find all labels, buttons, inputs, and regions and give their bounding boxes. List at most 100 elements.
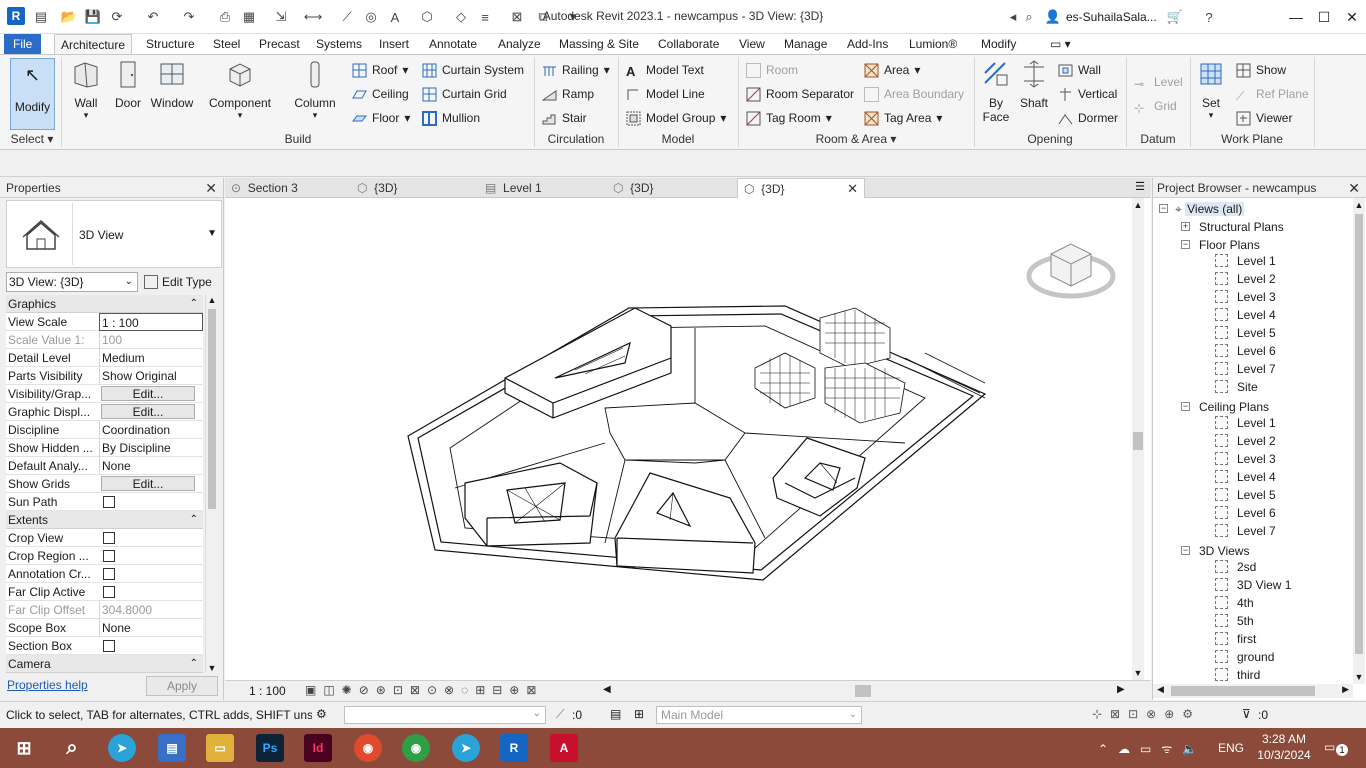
tree-item[interactable]: Level 1: [1237, 252, 1276, 270]
drawing-area[interactable]: ▲ ▼: [225, 198, 1151, 680]
notification-icon[interactable]: ▭: [1324, 740, 1335, 754]
telegram-icon[interactable]: ➤: [108, 734, 136, 762]
ref-plane-button[interactable]: ⟋ Ref Plane: [1236, 85, 1309, 103]
roof-button[interactable]: Roof ▾: [352, 61, 408, 79]
open-icon[interactable]: 📂: [60, 8, 78, 26]
binoculars-icon[interactable]: ⌕: [1020, 8, 1038, 26]
window-button[interactable]: Window: [148, 59, 196, 110]
graphic-display-edit-button[interactable]: Edit...: [101, 404, 195, 419]
group-extents[interactable]: Extents ⌃: [6, 511, 203, 529]
selection-filter-icons[interactable]: ⊹⊠⊡⊗⊕⚙: [1092, 707, 1201, 721]
room-separator-button[interactable]: Room Separator: [746, 85, 854, 103]
tab-architecture[interactable]: Architecture: [54, 34, 133, 54]
view-scale-button[interactable]: 1 : 100: [249, 684, 286, 698]
shaft-button[interactable]: Shaft: [1016, 59, 1052, 110]
tree-item[interactable]: Level 6: [1237, 342, 1276, 360]
collapse-views-icon[interactable]: −: [1159, 204, 1168, 213]
save-icon[interactable]: 💾: [84, 8, 102, 26]
tab-collaborate[interactable]: Collaborate: [652, 34, 725, 54]
tree-item[interactable]: Level 3: [1237, 450, 1276, 468]
file-explorer-icon[interactable]: ▭: [206, 734, 234, 762]
tree-item[interactable]: Level 2: [1237, 270, 1276, 288]
modify-button[interactable]: ↖ Modify: [10, 58, 55, 130]
tree-item[interactable]: Level 3: [1237, 288, 1276, 306]
filter-icon[interactable]: ⊽: [1242, 707, 1251, 721]
tab-steel[interactable]: Steel: [207, 34, 246, 54]
instance-filter-select[interactable]: 3D View: {3D} ⌄: [6, 272, 138, 292]
scroll-left-icon[interactable]: ◀: [603, 684, 611, 695]
stair-button[interactable]: Stair: [542, 109, 587, 127]
tree-item[interactable]: 2sd: [1237, 558, 1256, 576]
collapse-3d-views-icon[interactable]: −: [1181, 546, 1190, 555]
indesign-icon[interactable]: Id: [304, 734, 332, 762]
show-grids-edit-button[interactable]: Edit...: [101, 476, 195, 491]
tree-item[interactable]: 4th: [1237, 594, 1254, 612]
3d-view-icon[interactable]: ⬡: [418, 8, 436, 26]
expand-structural-icon[interactable]: +: [1181, 222, 1190, 231]
design-option-select[interactable]: Main Model ⌄: [656, 706, 862, 724]
floor-button[interactable]: Floor ▾: [352, 109, 410, 127]
browser-vertical-scrollbar[interactable]: ▲ ▼: [1353, 198, 1365, 684]
close-hidden-icon[interactable]: ⊠: [508, 8, 526, 26]
show-hidden-value[interactable]: By Discipline: [99, 439, 203, 457]
scroll-right-icon[interactable]: ▶: [1117, 684, 1125, 695]
tree-item[interactable]: Level 6: [1237, 504, 1276, 522]
tree-item[interactable]: third: [1237, 666, 1260, 684]
revit-taskbar-icon[interactable]: R: [500, 734, 528, 762]
crop-view-checkbox[interactable]: [103, 532, 115, 544]
minimize-button[interactable]: —: [1282, 5, 1310, 29]
text-icon[interactable]: A: [386, 8, 404, 26]
parts-visibility-value[interactable]: Show Original: [99, 367, 203, 385]
mullion-button[interactable]: Mullion: [422, 109, 480, 127]
tree-item[interactable]: Level 7: [1237, 360, 1276, 378]
close-tab-icon[interactable]: ✕: [847, 179, 858, 199]
search-icon[interactable]: ⌕: [58, 734, 86, 762]
properties-scrollbar[interactable]: ▲ ▼: [205, 295, 217, 673]
pdf-icon[interactable]: ▦: [240, 8, 258, 26]
properties-help-link[interactable]: Properties help: [7, 678, 88, 692]
tab-modify[interactable]: Modify: [975, 34, 1022, 54]
tree-item[interactable]: Level 4: [1237, 468, 1276, 486]
tree-item[interactable]: ground: [1237, 648, 1274, 666]
close-browser-icon[interactable]: ✕: [1348, 178, 1360, 198]
discipline-value[interactable]: Coordination: [99, 421, 203, 439]
collapse-floor-icon[interactable]: −: [1181, 240, 1190, 249]
model-line-button[interactable]: Model Line: [626, 85, 705, 103]
ramp-button[interactable]: Ramp: [542, 85, 594, 103]
tab-lumion[interactable]: Lumion®: [903, 34, 963, 54]
tab-massing-site[interactable]: Massing & Site: [553, 34, 645, 54]
tab-overflow-icon[interactable]: ☰: [1135, 180, 1145, 193]
tab-annotate[interactable]: Annotate: [423, 34, 483, 54]
user-name[interactable]: es-SuhailaSala...: [1066, 10, 1157, 24]
sync-icon[interactable]: ⟳: [108, 8, 126, 26]
apply-button[interactable]: Apply: [146, 676, 218, 696]
curtain-system-button[interactable]: Curtain System: [422, 61, 524, 79]
tree-item[interactable]: Level 5: [1237, 324, 1276, 342]
area-boundary-button[interactable]: Area Boundary: [864, 85, 964, 103]
view-control-icons[interactable]: ▣◫✺⊘⊛⊡⊠⊙⊗◌⊞⊟⊕⊠: [305, 683, 543, 697]
language-indicator[interactable]: ENG: [1218, 741, 1244, 755]
tree-item[interactable]: Site: [1237, 378, 1258, 396]
autocad-taskbar-icon[interactable]: A: [550, 734, 578, 762]
annotation-crop-checkbox[interactable]: [103, 568, 115, 580]
thin-lines-icon[interactable]: ≡: [476, 8, 494, 26]
type-selector[interactable]: 3D View ▼: [6, 200, 222, 268]
tree-item[interactable]: 3D View 1: [1237, 576, 1291, 594]
browser-horizontal-scrollbar[interactable]: ◀ ▶: [1153, 684, 1353, 698]
vertical-opening-button[interactable]: Vertical: [1058, 85, 1117, 103]
visibility-edit-button[interactable]: Edit...: [101, 386, 195, 401]
tree-structural-plans[interactable]: Structural Plans: [1199, 218, 1284, 236]
door-button[interactable]: Door: [110, 59, 146, 110]
close-properties-icon[interactable]: ✕: [205, 178, 217, 198]
dimension-icon[interactable]: ⟷: [304, 8, 323, 26]
tab-precast[interactable]: Precast: [253, 34, 306, 54]
revit-logo[interactable]: R: [7, 7, 25, 25]
view-scale-input[interactable]: 1 : 100: [99, 313, 203, 331]
tree-item[interactable]: Level 5: [1237, 486, 1276, 504]
view-vertical-scrollbar[interactable]: ▲ ▼: [1132, 198, 1144, 680]
group-graphics[interactable]: Graphics ⌃: [6, 295, 203, 313]
cart-icon[interactable]: 🛒: [1166, 8, 1184, 26]
tree-item[interactable]: Level 4: [1237, 306, 1276, 324]
customize-qat-icon[interactable]: ▾: [564, 8, 582, 26]
campus-3d-model[interactable]: [225, 198, 1151, 680]
